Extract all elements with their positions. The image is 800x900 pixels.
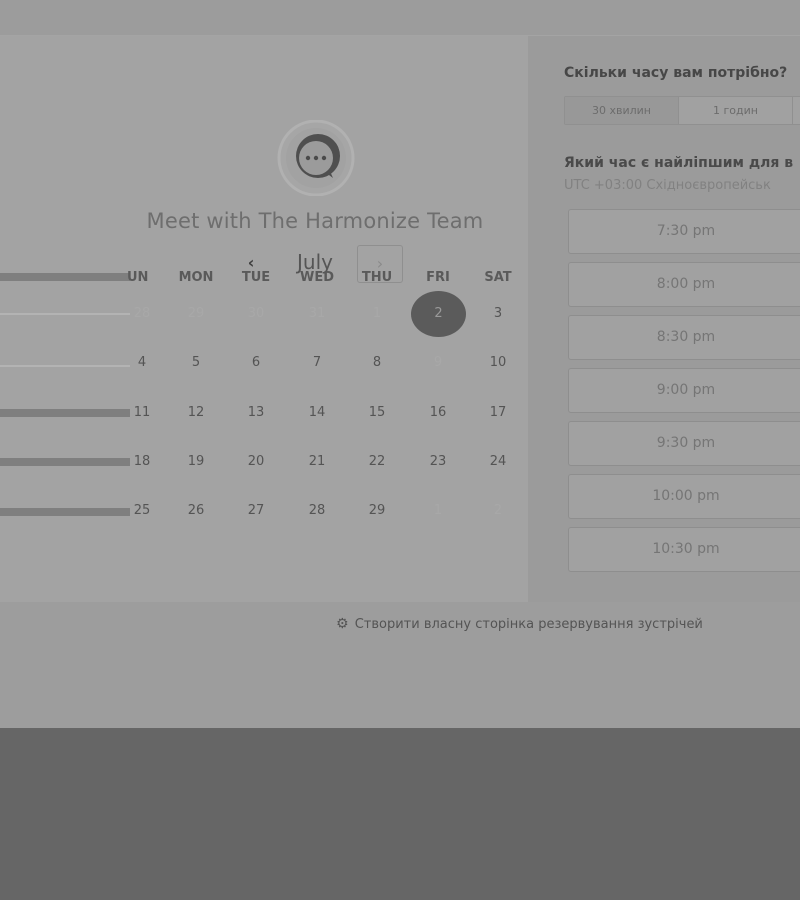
- chat-bubble-ellipsis-icon: [271, 119, 361, 197]
- time-slot-button[interactable]: 8:30 pm: [568, 315, 800, 360]
- calendar-day[interactable]: 12: [168, 391, 224, 435]
- calendar-day[interactable]: 18: [127, 440, 157, 484]
- side-bar: [0, 458, 130, 466]
- calendar-day[interactable]: 4: [127, 341, 157, 385]
- calendar-day[interactable]: 20: [228, 440, 284, 484]
- calendar-day[interactable]: 25: [127, 489, 157, 533]
- create-link-label: Створити власну сторінка резервування зу…: [354, 617, 703, 632]
- hubspot-sprocket-icon: ⚙: [336, 616, 349, 632]
- calendar-day: 1: [372, 306, 382, 321]
- timezone-selector[interactable]: UTC +03:00 Східноєвропейськ: [564, 178, 771, 193]
- side-bar: [0, 409, 130, 417]
- time-slot-button[interactable]: 9:30 pm: [568, 421, 800, 466]
- time-slot-label: 8:00 pm: [656, 276, 716, 292]
- calendar-day[interactable]: 23: [410, 440, 466, 484]
- selected-day-label: 2: [434, 306, 443, 321]
- calendar-day[interactable]: 29: [349, 489, 405, 533]
- time-slot-button[interactable]: 10:30 pm: [568, 527, 800, 572]
- duration-option-30-min[interactable]: 30 хвилин: [565, 97, 679, 124]
- dimmed-background: [0, 728, 800, 900]
- calendar-day[interactable]: 28: [289, 489, 345, 533]
- calendar-day[interactable]: 27: [228, 489, 284, 533]
- calendar-day[interactable]: 3: [470, 292, 526, 336]
- booking-page: Meet with The Harmonize Team ‹ July › UN…: [0, 0, 800, 728]
- duration-option-1-hour[interactable]: 1 годин: [679, 97, 793, 124]
- calendar-day: 9: [433, 355, 443, 370]
- calendar-panel: Meet with The Harmonize Team ‹ July › UN…: [0, 36, 528, 602]
- calendar-day: 29: [187, 306, 205, 321]
- calendar-day: 31: [308, 306, 326, 321]
- calendar-day[interactable]: 17: [470, 391, 526, 435]
- weekday-header: THU: [361, 270, 393, 285]
- duration-heading: Скільки часу вам потрібно?: [564, 65, 788, 81]
- side-bar: [0, 273, 130, 281]
- calendar-day[interactable]: 15: [349, 391, 405, 435]
- calendar-day: 30: [247, 306, 265, 321]
- calendar-day[interactable]: 22: [349, 440, 405, 484]
- time-slot-button[interactable]: 7:30 pm: [568, 209, 800, 254]
- time-slot-label: 8:30 pm: [656, 329, 716, 345]
- calendar-day[interactable]: 11: [127, 391, 157, 435]
- weekday-header: WED: [299, 270, 334, 285]
- calendar-day[interactable]: 24: [470, 440, 526, 484]
- side-divider: [0, 365, 130, 367]
- calendar-day-selected[interactable]: 2: [410, 291, 466, 337]
- calendar-day: 28: [133, 306, 151, 321]
- time-slot-label: 10:30 pm: [652, 541, 720, 557]
- time-slot-button[interactable]: 8:00 pm: [568, 262, 800, 307]
- create-booking-page-link[interactable]: ⚙ Створити власну сторінка резервування …: [336, 616, 703, 632]
- time-slot-label: 9:00 pm: [656, 382, 716, 398]
- side-divider: [0, 313, 130, 315]
- calendar-day[interactable]: 14: [289, 391, 345, 435]
- side-bar: [0, 508, 130, 516]
- time-heading: Який час є найліпшим для в: [564, 155, 794, 171]
- calendar-day: 1: [433, 503, 443, 518]
- time-slot-button[interactable]: 9:00 pm: [568, 368, 800, 413]
- booking-options-panel: Скільки часу вам потрібно? 30 хвилин 1 г…: [528, 36, 800, 602]
- calendar-day[interactable]: 13: [228, 391, 284, 435]
- calendar-day[interactable]: 7: [289, 341, 345, 385]
- calendar-day[interactable]: 21: [289, 440, 345, 484]
- calendar-day[interactable]: 5: [168, 341, 224, 385]
- weekday-header: MON: [178, 270, 214, 285]
- calendar-day[interactable]: 10: [470, 341, 526, 385]
- duration-selector: 30 хвилин 1 годин: [564, 96, 800, 125]
- calendar-day[interactable]: 6: [228, 341, 284, 385]
- weekday-header: SAT: [484, 270, 512, 285]
- calendar-day[interactable]: 16: [410, 391, 466, 435]
- weekday-header: FRI: [426, 270, 450, 285]
- calendar-day: 2: [493, 503, 503, 518]
- time-slot-label: 10:00 pm: [652, 488, 720, 504]
- calendar-day[interactable]: 8: [349, 341, 405, 385]
- time-slot-label: 9:30 pm: [656, 435, 716, 451]
- calendar-day[interactable]: 19: [168, 440, 224, 484]
- top-bar: [0, 0, 800, 36]
- weekday-header: TUE: [241, 270, 271, 285]
- time-slot-label: 7:30 pm: [656, 223, 716, 239]
- time-slot-button[interactable]: 10:00 pm: [568, 474, 800, 519]
- calendar-day[interactable]: 26: [168, 489, 224, 533]
- footer: ⚙ Створити власну сторінка резервування …: [0, 602, 800, 728]
